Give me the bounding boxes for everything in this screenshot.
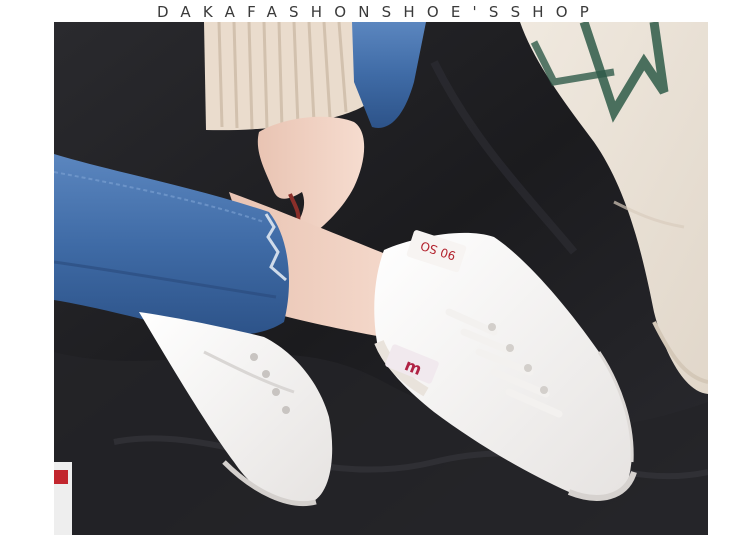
knit-sleeve xyxy=(204,22,369,131)
corner-object xyxy=(54,462,72,535)
shop-name-text: DAKAFASHONSHOE'SSHOP xyxy=(156,3,602,21)
product-photo: 90 SO m xyxy=(54,22,708,535)
photo-illustration: 90 SO m xyxy=(54,22,708,535)
shop-banner: DAKAFASHONSHOE'SSHOP xyxy=(0,0,750,24)
